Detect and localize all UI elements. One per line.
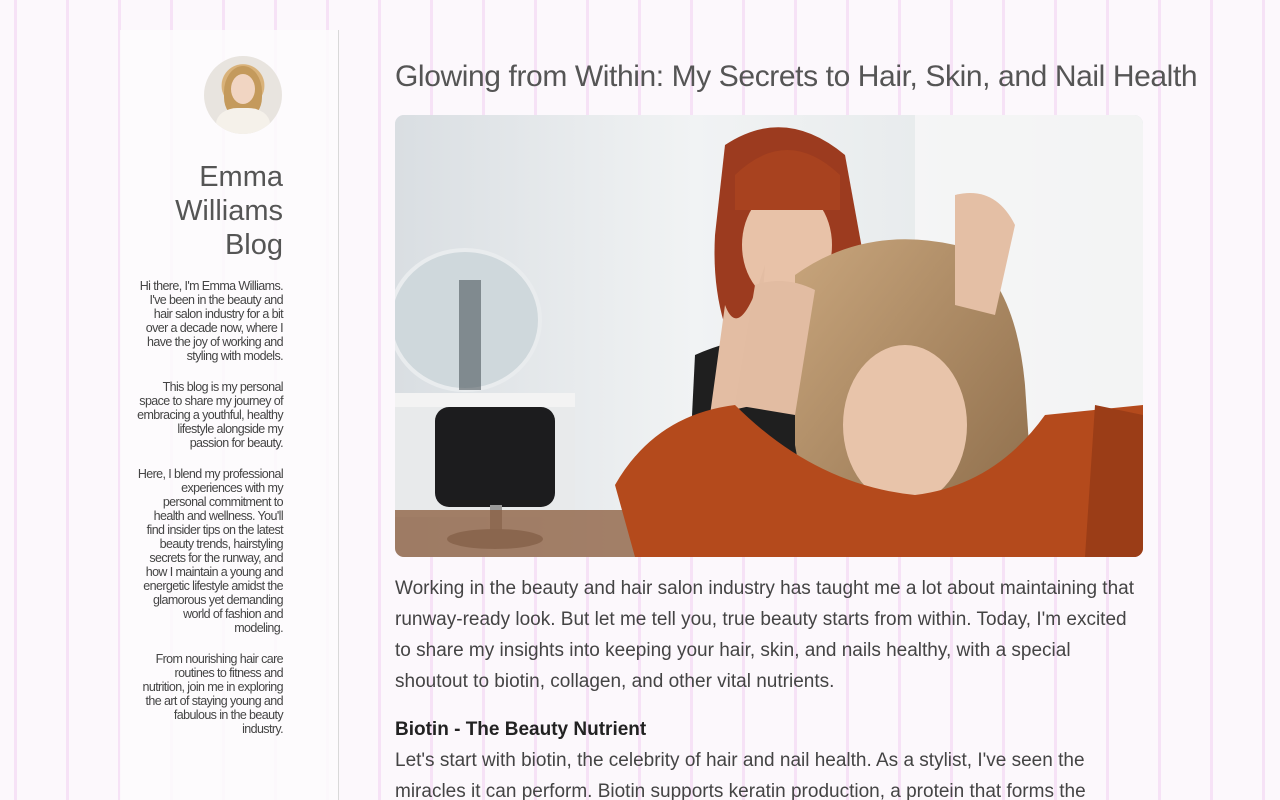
intro-paragraph: From nourishing hair care routines to fi… xyxy=(142,652,283,736)
section-body-paragraph: Let's start with biotin, the celebrity o… xyxy=(395,750,1086,800)
intro-paragraph: This blog is my personal space to share … xyxy=(137,380,284,450)
avatar-body xyxy=(216,108,270,134)
intro-paragraph: Hi there, I'm Emma Williams. I've been i… xyxy=(139,279,284,363)
post-title: Glowing from Within: My Secrets to Hair,… xyxy=(395,60,1198,93)
section-heading: Biotin - The Beauty Nutrient xyxy=(395,719,647,740)
post-intro-paragraph: Working in the beauty and hair salon ind… xyxy=(395,578,1134,692)
salon-photo-illustration xyxy=(395,115,1143,557)
author-avatar[interactable] xyxy=(204,56,282,134)
blog-name[interactable]: Emma Williams Blog xyxy=(133,160,283,262)
intro-paragraph: Here, I blend my professional experience… xyxy=(137,467,284,635)
avatar-face xyxy=(231,74,255,104)
sidebar: Emma Williams Blog Hi there, I'm Emma Wi… xyxy=(120,30,339,800)
hero-image xyxy=(395,115,1143,557)
author-intro: Hi there, I'm Emma Williams. I've been i… xyxy=(137,279,284,753)
